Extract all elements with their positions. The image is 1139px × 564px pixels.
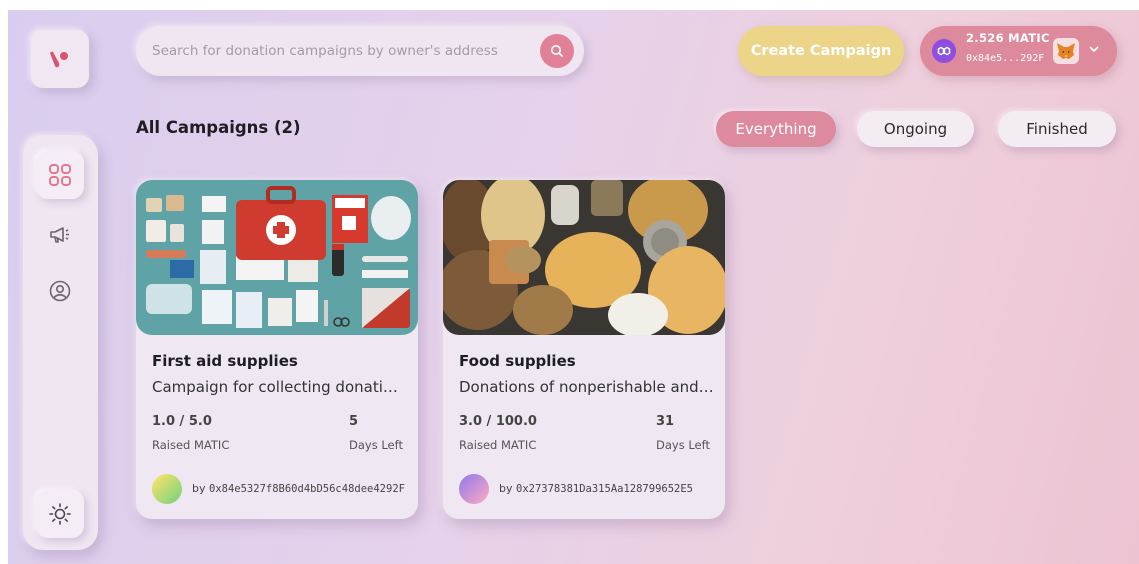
campaign-owner: by 0x84e5327f8B60d4bD56c48dee4292F — [192, 482, 405, 495]
filter-finished[interactable]: Finished — [998, 111, 1116, 147]
page-title: All Campaigns (2) — [136, 118, 301, 137]
campaign-owner: by 0x27378381Da315Aa128799652E5 — [499, 482, 694, 495]
days-left-label: Days Left — [656, 438, 710, 452]
sidebar-item-dashboard[interactable] — [36, 151, 84, 199]
grid-icon — [49, 164, 71, 186]
metamask-fox-icon — [1053, 38, 1079, 64]
wallet-button[interactable]: 2.526 MATIC 0x84e5...292F — [920, 26, 1117, 76]
app-logo[interactable] — [31, 30, 89, 88]
campaign-title: First aid supplies — [152, 352, 298, 370]
campaign-card[interactable]: First aid supplies Campaign for collecti… — [136, 180, 418, 519]
sun-icon — [49, 503, 71, 525]
theme-toggle-button[interactable] — [36, 490, 84, 538]
days-left-value: 31 — [656, 414, 675, 429]
chevron-down-icon[interactable] — [1088, 43, 1100, 55]
campaign-description: Donations of nonperishable and canned fo… — [459, 378, 714, 396]
raised-amount: 3.0 / 100.0 — [459, 414, 537, 429]
app-root: Create Campaign 2.526 MATIC 0x84e5...292… — [8, 10, 1139, 564]
megaphone-icon — [50, 227, 69, 243]
campaign-description: Campaign for collecting donations for fi… — [152, 378, 407, 396]
user-circle-icon — [49, 280, 71, 302]
filter-ongoing[interactable]: Ongoing — [857, 111, 974, 147]
raised-label: Raised MATIC — [459, 438, 537, 452]
campaign-title: Food supplies — [459, 352, 576, 370]
campaign-image — [136, 180, 418, 335]
sidebar-item-campaigns[interactable] — [36, 210, 84, 258]
logo-mark-icon — [50, 51, 68, 68]
days-left-value: 5 — [349, 414, 359, 429]
sidebar — [23, 135, 98, 550]
polygon-icon — [932, 39, 956, 63]
search-input[interactable] — [152, 26, 522, 76]
raised-amount: 1.0 / 5.0 — [152, 414, 212, 429]
search-bar — [136, 26, 584, 76]
search-icon — [551, 45, 563, 57]
search-button[interactable] — [540, 34, 574, 68]
campaign-card[interactable]: Food supplies Donations of nonperishable… — [443, 180, 725, 519]
wallet-balance: 2.526 MATIC — [966, 31, 1050, 45]
days-left-label: Days Left — [349, 438, 403, 452]
create-campaign-button[interactable]: Create Campaign — [738, 26, 904, 76]
campaign-image — [443, 180, 725, 335]
raised-label: Raised MATIC — [152, 438, 230, 452]
avatar — [152, 474, 182, 504]
filter-everything[interactable]: Everything — [716, 111, 836, 147]
wallet-address: 0x84e5...292F — [966, 53, 1045, 64]
sidebar-item-profile[interactable] — [36, 267, 84, 315]
avatar — [459, 474, 489, 504]
